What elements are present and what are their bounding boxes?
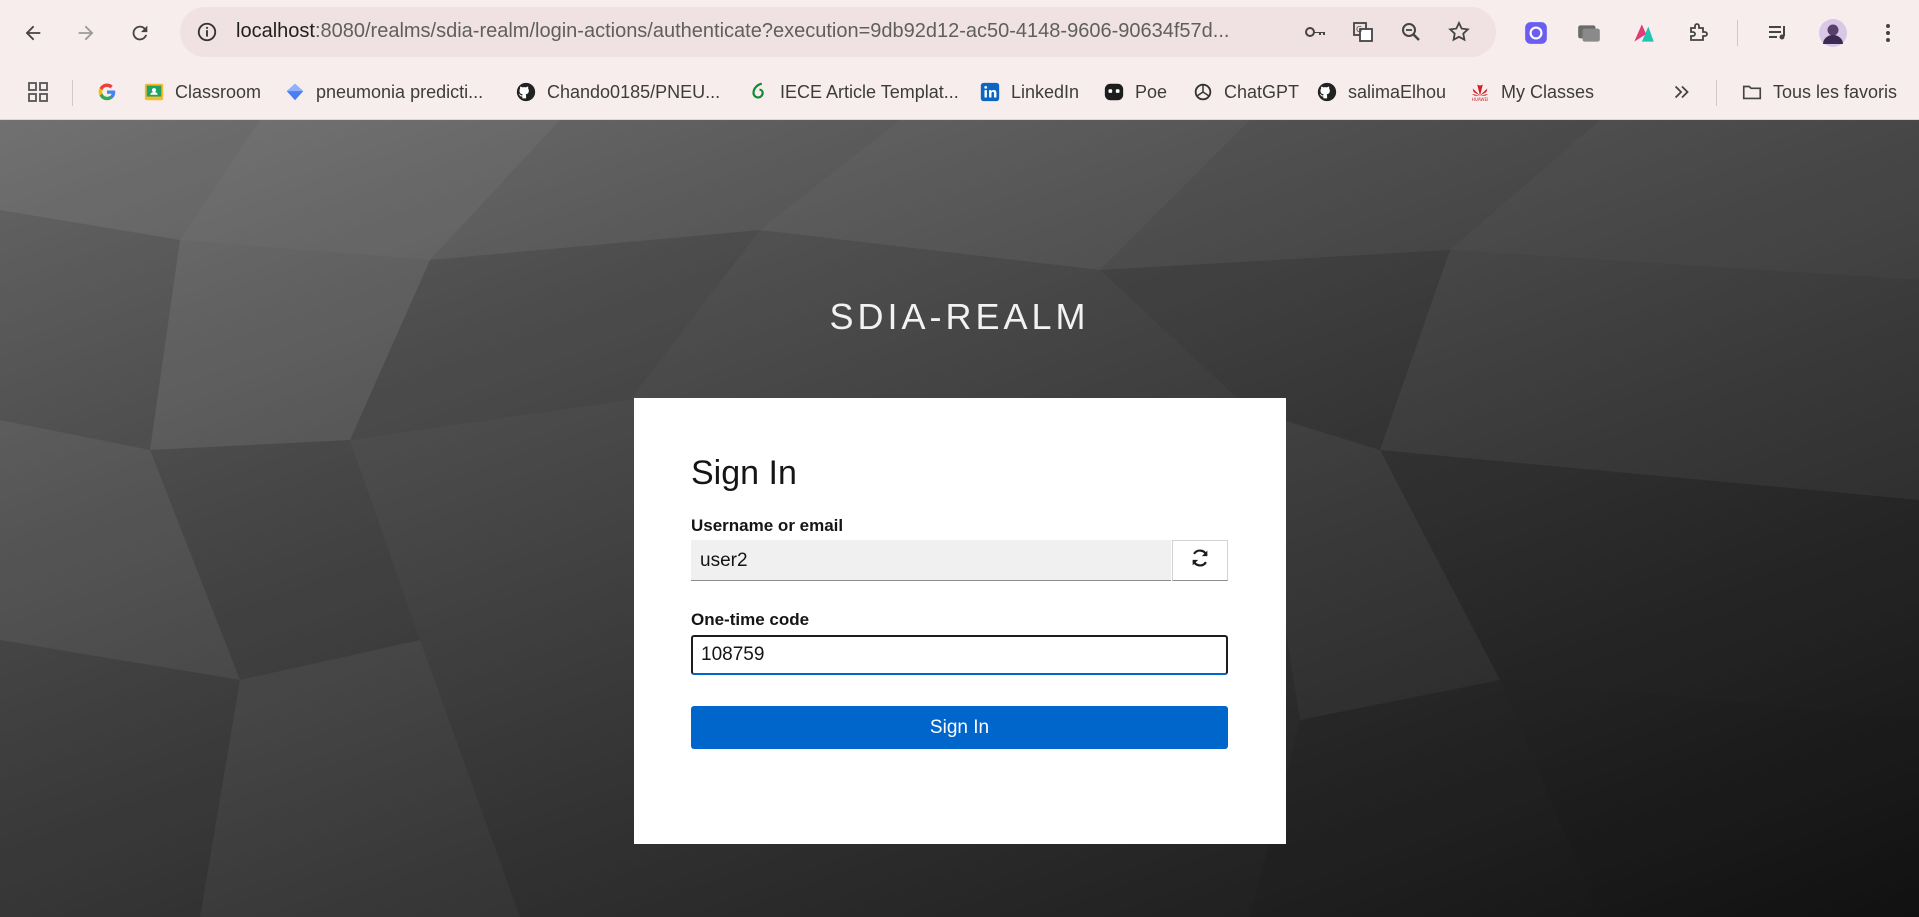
all-bookmarks-label: Tous les favoris: [1773, 81, 1898, 102]
bookmark-github-salima[interactable]: salimaElhou: [1316, 76, 1446, 108]
bookmark-chatgpt[interactable]: ChatGPT: [1192, 76, 1299, 108]
url-path: :8080/realms/sdia-realm/login-actions/au…: [314, 20, 1230, 42]
linkedin-icon: [979, 81, 1001, 103]
bookmark-my-classes[interactable]: HUAWEI My Classes: [1469, 76, 1594, 108]
realm-title: SDIA-REALM: [829, 296, 1090, 337]
sign-in-button[interactable]: Sign In: [691, 706, 1228, 749]
huawei-icon: HUAWEI: [1469, 81, 1491, 103]
bookmarks-divider: [1716, 80, 1717, 106]
bookmark-classroom[interactable]: Classroom: [143, 76, 261, 108]
gem-icon: [284, 81, 306, 103]
media-queue-icon[interactable]: [1759, 14, 1797, 52]
reset-login-button[interactable]: [1172, 540, 1228, 581]
bookmark-label: Chando0185/PNEU...: [547, 81, 721, 102]
bookmark-label: salimaElhou: [1348, 81, 1447, 102]
apps-grid-icon[interactable]: [26, 76, 50, 108]
bookmark-pneumonia[interactable]: pneumonia predicti...: [284, 76, 483, 108]
github-icon: [515, 81, 537, 103]
extension-mural-icon[interactable]: [1625, 14, 1663, 52]
svg-text:G: G: [1356, 25, 1362, 34]
poe-icon: [1103, 81, 1125, 103]
bookmark-label: My Classes: [1501, 81, 1595, 102]
forward-icon[interactable]: [67, 14, 105, 52]
bookmark-label: pneumonia predicti...: [316, 81, 484, 102]
github-icon: [1316, 81, 1338, 103]
url-host: localhost: [236, 20, 315, 42]
overleaf-icon: [748, 81, 770, 103]
login-card: Sign In Username or email user2 One-time…: [634, 398, 1286, 844]
otp-label: One-time code: [691, 610, 810, 629]
google-icon: [96, 81, 118, 103]
password-key-icon[interactable]: [1302, 19, 1328, 45]
translate-icon[interactable]: G: [1350, 19, 1376, 45]
page-title: Sign In: [691, 454, 797, 492]
extension-ai-icon[interactable]: [1517, 14, 1555, 52]
more-bookmarks-chevron-icon[interactable]: [1671, 76, 1693, 108]
all-bookmarks-folder[interactable]: Tous les favoris: [1741, 76, 1897, 108]
extension-window-icon[interactable]: [1570, 14, 1608, 52]
more-menu-icon[interactable]: [1869, 14, 1907, 52]
username-label: Username or email: [691, 516, 844, 535]
bookmark-label: ChatGPT: [1224, 81, 1300, 102]
toolbar-divider: [1737, 20, 1738, 46]
refresh-icon: [1189, 547, 1211, 574]
username-field: user2: [691, 540, 1171, 581]
zoom-icon[interactable]: [1398, 19, 1424, 45]
extensions-puzzle-icon[interactable]: [1679, 14, 1717, 52]
bookmark-label: Poe: [1135, 81, 1168, 102]
classroom-icon: [143, 81, 165, 103]
bookmark-google[interactable]: [96, 76, 128, 108]
bookmarks-bar: Classroom pneumonia predicti... Chando01…: [0, 66, 1919, 120]
url-text[interactable]: localhost:8080/realms/sdia-realm/login-a…: [236, 20, 1236, 43]
bookmark-label: Classroom: [175, 81, 262, 102]
address-bar[interactable]: localhost:8080/realms/sdia-realm/login-a…: [180, 7, 1496, 57]
bookmark-label: IECE Article Templat...: [780, 81, 959, 102]
chatgpt-icon: [1192, 81, 1214, 103]
bookmark-star-icon[interactable]: [1446, 19, 1472, 45]
bookmark-linkedin[interactable]: LinkedIn: [979, 76, 1079, 108]
reload-icon[interactable]: [121, 14, 159, 52]
login-page: SDIA-REALM Sign In Username or email use…: [0, 120, 1919, 917]
bookmark-label: LinkedIn: [1011, 81, 1080, 102]
site-info-icon[interactable]: [194, 19, 220, 45]
bookmarks-divider: [72, 80, 73, 106]
back-icon[interactable]: [14, 14, 52, 52]
avatar[interactable]: [1814, 14, 1852, 52]
otp-input[interactable]: [691, 635, 1228, 675]
bookmark-poe[interactable]: Poe: [1103, 76, 1167, 108]
svg-text:HUAWEI: HUAWEI: [1472, 97, 1489, 102]
browser-toolbar: localhost:8080/realms/sdia-realm/login-a…: [0, 0, 1919, 66]
folder-icon: [1741, 81, 1763, 103]
bookmark-github-chando[interactable]: Chando0185/PNEU...: [515, 76, 720, 108]
bookmark-iece[interactable]: IECE Article Templat...: [748, 76, 959, 108]
